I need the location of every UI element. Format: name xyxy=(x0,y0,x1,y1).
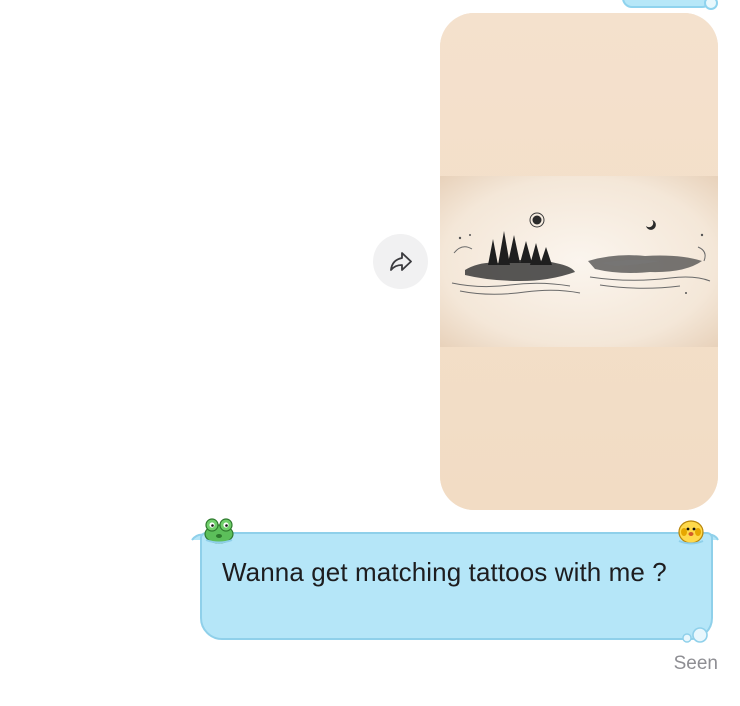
message-text: Wanna get matching tattoos with me ? xyxy=(222,557,667,587)
bubbles-decor-icon xyxy=(682,627,708,643)
image-message[interactable] xyxy=(440,13,718,510)
chat-thread: Wanna get matching tattoos with me ? See… xyxy=(0,0,740,706)
previous-message-bubble[interactable] xyxy=(622,0,718,10)
share-arrow-icon xyxy=(389,251,412,271)
frog-sticker-icon xyxy=(204,518,234,544)
tattoo-design-image xyxy=(440,13,718,510)
forward-button[interactable] xyxy=(373,234,428,289)
seen-status: Seen xyxy=(673,653,718,674)
text-message-bubble[interactable]: Wanna get matching tattoos with me ? xyxy=(200,532,713,640)
chick-sticker-icon xyxy=(678,520,704,545)
